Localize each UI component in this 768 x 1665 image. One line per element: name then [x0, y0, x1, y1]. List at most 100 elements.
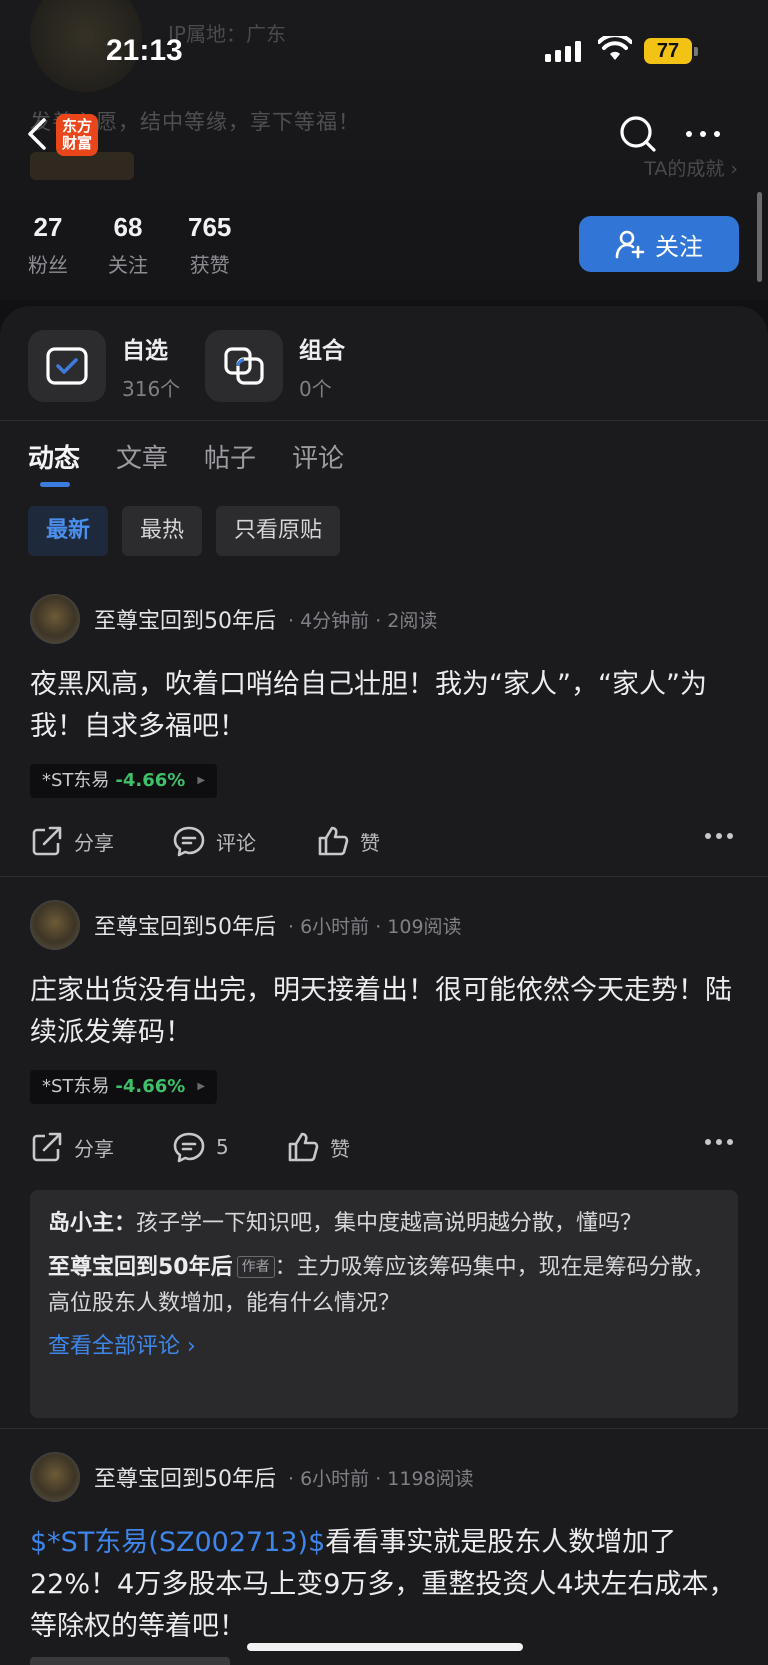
comment-label: 评论: [216, 830, 256, 855]
comment-button[interactable]: 5: [172, 1130, 229, 1164]
post-author[interactable]: 至尊宝回到50年后: [94, 603, 276, 635]
cellular-signal-icon: [545, 40, 581, 62]
stat-likes[interactable]: 765 获赞: [188, 212, 231, 278]
more-options-icon[interactable]: [704, 1138, 734, 1146]
comment-text: 孩子学一下知识吧，集中度越高说明越分散，懂吗？: [136, 1211, 643, 1236]
comment-item: 至尊宝回到50年后 作者 ：主力吸筹应该筹码集中，现在是筹码分散，高位股东人数增加，…: [48, 1250, 720, 1322]
more-options-icon[interactable]: [704, 832, 734, 840]
like-button[interactable]: 赞: [286, 1130, 350, 1164]
avatar[interactable]: [30, 594, 80, 644]
tab-activity[interactable]: 动态: [28, 438, 80, 475]
profile-badge: [30, 152, 134, 180]
watchlist-count: 316个: [122, 376, 181, 401]
next-stock-tag-partial: [30, 1657, 230, 1665]
status-bar: 21:13 77: [0, 0, 768, 100]
achievements-link[interactable]: TA的成就 ›: [644, 154, 738, 181]
post-actions: 分享 5 赞: [30, 1130, 738, 1170]
filter-latest[interactable]: 最新: [28, 506, 109, 556]
stock-tag[interactable]: *ST东易 -4.66% ▶: [30, 764, 218, 798]
comment-author[interactable]: 岛小主：: [48, 1211, 136, 1236]
stat-label: 获赞: [189, 253, 230, 277]
portfolio-entry[interactable]: 组合 0个: [205, 330, 345, 402]
play-arrow-icon: ▶: [197, 775, 206, 786]
avatar[interactable]: [30, 1452, 80, 1502]
watchlist-icon: [28, 330, 106, 402]
play-arrow-icon: ▶: [197, 1081, 206, 1092]
filter-hottest[interactable]: 最热: [122, 506, 203, 556]
tab-comments[interactable]: 评论: [292, 438, 344, 475]
comment-count: 5: [216, 1135, 229, 1159]
follow-button[interactable]: 关注: [579, 216, 739, 272]
comment-item: 岛小主：孩子学一下知识吧，集中度越高说明越分散，懂吗？: [48, 1206, 720, 1242]
post-author[interactable]: 至尊宝回到50年后: [94, 909, 276, 941]
post-text: 庄家出货没有出完，明天接着出！很可能依然今天走势！陆续派发筹码！: [30, 975, 732, 1048]
comment-author[interactable]: 至尊宝回到50年后: [48, 1255, 233, 1280]
like-button[interactable]: 赞: [316, 824, 380, 858]
stock-tag[interactable]: *ST东易 -4.66% ▶: [30, 1070, 218, 1104]
stat-label: 粉丝: [28, 253, 68, 277]
stat-fans[interactable]: 27 粉丝: [28, 212, 68, 278]
scrollbar[interactable]: [757, 192, 762, 282]
more-options-icon[interactable]: [684, 128, 722, 140]
stat-value: 27: [33, 212, 63, 242]
comment-icon: [173, 1132, 205, 1163]
tab-posts[interactable]: 帖子: [204, 438, 256, 475]
back-icon[interactable]: [24, 114, 50, 154]
share-label: 分享: [74, 830, 114, 855]
view-all-comments-link[interactable]: 查看全部评论 ›: [48, 1328, 720, 1360]
post-header: 至尊宝回到50年后 · 4分钟前 · 2阅读: [30, 594, 437, 644]
battery-icon: 77: [644, 38, 692, 64]
stock-change: -4.66%: [115, 770, 186, 791]
follow-button-label: 关注: [655, 232, 703, 261]
search-icon[interactable]: [618, 114, 658, 154]
post-meta: · 4分钟前 · 2阅读: [288, 609, 438, 632]
post-meta: · 6小时前 · 109阅读: [288, 915, 462, 938]
post-header: 至尊宝回到50年后 · 6小时前 · 109阅读: [30, 900, 462, 950]
comments-preview[interactable]: 岛小主：孩子学一下知识吧，集中度越高说明越分散，懂吗？ 至尊宝回到50年后 作者：…: [30, 1190, 738, 1418]
post-actions: 分享 评论 赞: [30, 824, 738, 864]
brand-logo: 东方 财富: [56, 114, 98, 156]
watchlist-entry[interactable]: 自选 316个: [28, 330, 180, 402]
watchlist-title: 自选: [122, 337, 168, 364]
post-divider: [0, 1428, 768, 1429]
content-tabs: 动态 文章 帖子 评论: [28, 438, 344, 475]
tab-articles[interactable]: 文章: [116, 438, 168, 475]
active-tab-indicator: [40, 482, 70, 487]
share-label: 分享: [74, 1136, 114, 1161]
comment-button[interactable]: 评论: [172, 824, 256, 858]
home-indicator[interactable]: [247, 1643, 523, 1651]
wifi-icon: [598, 36, 632, 60]
share-button[interactable]: 分享: [30, 824, 114, 858]
post-divider: [0, 876, 768, 877]
stat-value: 68: [113, 212, 143, 242]
avatar[interactable]: [30, 900, 80, 950]
filter-chips: 最新 最热 只看原贴: [28, 506, 341, 556]
share-button[interactable]: 分享: [30, 1130, 114, 1164]
like-label: 赞: [330, 1136, 350, 1161]
portfolio-title: 组合: [299, 337, 345, 364]
comment-icon: [173, 826, 205, 857]
stat-label: 关注: [108, 253, 148, 277]
stat-value: 765: [188, 212, 232, 242]
portfolio-row: 自选 316个 组合 0个: [0, 322, 768, 416]
like-label: 赞: [360, 830, 380, 855]
share-icon: [32, 826, 62, 856]
thumbs-up-icon: [288, 1132, 319, 1162]
stock-name: *ST东易: [42, 1076, 110, 1097]
stat-following[interactable]: 68 关注: [108, 212, 148, 278]
portfolio-count: 0个: [299, 376, 332, 401]
profile-content: 自选 316个 组合 0个 动态 文章 帖子 评论 最新 最热 只看原贴 至尊宝…: [0, 306, 768, 1665]
stock-change: -4.66%: [115, 1076, 186, 1097]
post-header: 至尊宝回到50年后 · 6小时前 · 1198阅读: [30, 1452, 474, 1502]
add-user-icon: [615, 230, 645, 259]
thumbs-up-icon: [318, 826, 349, 856]
battery-tip: [694, 47, 698, 56]
status-time: 21:13: [106, 34, 183, 67]
post-author[interactable]: 至尊宝回到50年后: [94, 1461, 276, 1493]
post-text: 夜黑风高，吹着口哨给自己壮胆！我为“家人”，“家人”为我！自求多福吧！: [30, 669, 707, 742]
stock-link[interactable]: $*ST东易(SZ002713)$: [30, 1527, 325, 1558]
divider: [0, 420, 768, 421]
filter-original-only[interactable]: 只看原贴: [216, 506, 341, 556]
portfolio-icon: [205, 330, 283, 402]
author-badge: 作者: [236, 1256, 275, 1278]
